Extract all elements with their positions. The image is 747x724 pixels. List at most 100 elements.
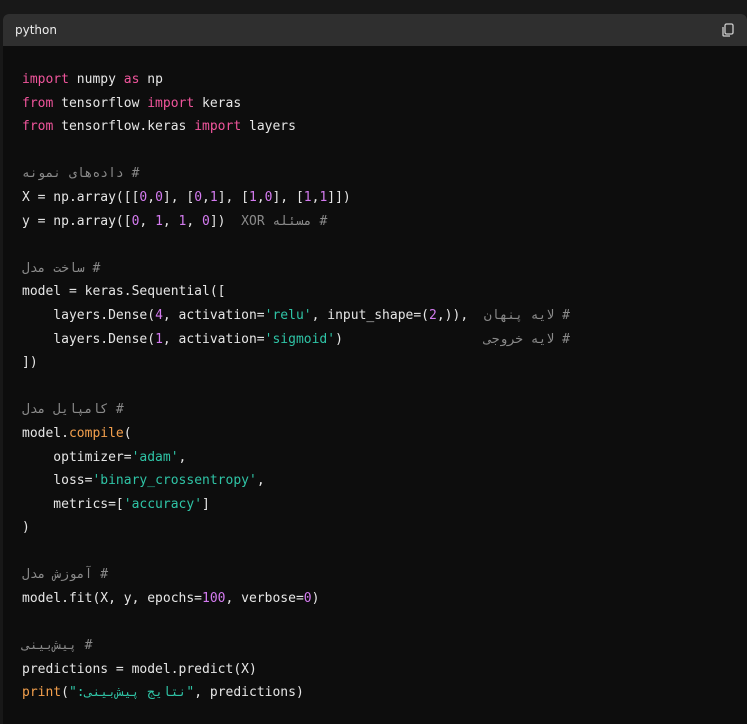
code-token: layers <box>241 119 296 135</box>
code-token: , <box>178 449 187 465</box>
code-token: ,)), <box>436 307 484 323</box>
code-token: import <box>194 119 242 135</box>
code-text[interactable]: import numpy as np from tensorflow import… <box>22 68 747 705</box>
code-token: 2 <box>429 307 437 323</box>
code-token: # کامپایل مدل <box>22 402 124 418</box>
code-token: , predictions) <box>194 685 304 701</box>
code-token: compile <box>68 425 124 441</box>
code-token: # آموزش مدل <box>22 567 109 583</box>
code-line: print("نتایج پیش‌بینی:", predictions) <box>22 681 747 705</box>
code-token: , activation= <box>162 307 265 323</box>
code-token: 'accuracy' <box>123 496 203 512</box>
code-token: tensorflow.keras <box>53 119 195 135</box>
code-line: X = np.array([[0,0], [0,1], [1,0], [1,1]… <box>22 186 747 210</box>
code-line: # ساخت مدل <box>22 257 747 281</box>
code-line: # پیش‌بینی <box>22 634 747 658</box>
code-token: y = np.array([ <box>22 213 132 229</box>
code-token: , input_shape=( <box>311 307 430 323</box>
code-token: import <box>147 95 195 111</box>
code-line: # کامپایل مدل <box>22 398 747 422</box>
copy-icon <box>722 23 734 37</box>
code-token: layers.Dense( <box>22 307 156 323</box>
code-line: optimizer='adam', <box>22 446 747 470</box>
code-token: # ساخت مدل <box>22 260 101 276</box>
code-token: 'relu' <box>264 307 312 323</box>
code-line: metrics=['accuracy'] <box>22 493 747 517</box>
code-line: from tensorflow import keras <box>22 92 747 116</box>
code-token: predictions = model.predict(X) <box>22 661 257 677</box>
code-token: , <box>162 213 179 229</box>
code-token: "نتایج پیش‌بینی:" <box>68 685 195 701</box>
code-token: 1 <box>155 213 163 229</box>
code-token: # لایه پنهان <box>483 307 570 323</box>
code-token: , <box>256 189 265 205</box>
code-token: , activation= <box>162 331 265 347</box>
code-token: 4 <box>155 307 163 323</box>
code-token: metrics=[ <box>22 496 124 512</box>
code-token: ], [ <box>217 189 249 205</box>
code-token: 1 <box>303 189 312 205</box>
code-token: 0 <box>202 213 210 229</box>
code-line: # آموزش مدل <box>22 563 747 587</box>
code-header: python <box>3 14 747 46</box>
code-line: # داده‌های نمونه <box>22 162 747 186</box>
code-line: loss='binary_crossentropy', <box>22 469 747 493</box>
code-token: ], [ <box>162 189 195 205</box>
code-token: np <box>139 72 163 87</box>
copy-button[interactable] <box>719 21 737 39</box>
code-token: , <box>256 473 265 489</box>
code-token: 1 <box>155 331 163 347</box>
code-token: 'sigmoid' <box>264 331 336 347</box>
code-line: model.fit(X, y, epochs=100, verbose=0) <box>22 587 747 611</box>
code-token: ], [ <box>272 189 304 205</box>
code-token: model. <box>22 425 69 441</box>
code-token: as <box>123 72 140 87</box>
code-line: from tensorflow.keras import layers <box>22 115 747 139</box>
code-token: import <box>22 72 69 87</box>
code-token: # پیش‌بینی <box>22 638 93 654</box>
code-token: from <box>22 95 54 111</box>
language-label: python <box>15 23 57 37</box>
code-token: model.fit(X, y, epochs= <box>22 591 203 607</box>
code-token: ) <box>22 520 30 536</box>
code-token: 0 <box>303 591 312 607</box>
code-line: layers.Dense(4, activation='relu', input… <box>22 304 747 328</box>
code-token: ]]) <box>327 189 351 205</box>
code-line: ]) <box>22 351 747 375</box>
code-token: optimizer= <box>22 449 132 465</box>
code-token: ) <box>311 591 320 607</box>
code-token: model = keras.Sequential([ <box>22 284 226 300</box>
code-token: # مسئله XOR <box>241 213 328 229</box>
code-token: ( <box>61 685 69 701</box>
code-line: y = np.array([0, 1, 1, 0]) # مسئله XOR <box>22 210 747 234</box>
code-token: loss= <box>22 473 93 489</box>
code-token: print <box>22 685 62 701</box>
code-token: 0 <box>155 189 163 205</box>
code-token: , <box>202 189 210 205</box>
code-token: keras <box>194 95 242 111</box>
code-line: layers.Dense(1, activation='sigmoid') # … <box>22 328 747 352</box>
code-token: 'binary_crossentropy' <box>92 473 257 489</box>
code-body[interactable]: import numpy as np from tensorflow import… <box>3 46 747 705</box>
code-token: ] <box>202 496 210 512</box>
code-token: numpy <box>68 72 124 87</box>
code-token: 1 <box>249 189 257 205</box>
code-line: ) <box>22 516 747 540</box>
code-token: 'adam' <box>131 449 179 465</box>
code-token: ) <box>335 331 484 347</box>
code-token: X = np.array([[ <box>22 189 140 205</box>
code-token: 100 <box>202 591 226 607</box>
code-line: model.compile( <box>22 422 747 446</box>
code-token: , <box>186 213 203 229</box>
code-token: ( <box>123 425 132 441</box>
code-line: model = keras.Sequential([ <box>22 280 747 304</box>
code-token: # داده‌های نمونه <box>22 166 140 182</box>
code-token: 0 <box>194 189 203 205</box>
code-token: # لایه خروجی <box>483 331 570 347</box>
code-token: from <box>22 119 54 135</box>
code-token: , <box>139 213 156 229</box>
